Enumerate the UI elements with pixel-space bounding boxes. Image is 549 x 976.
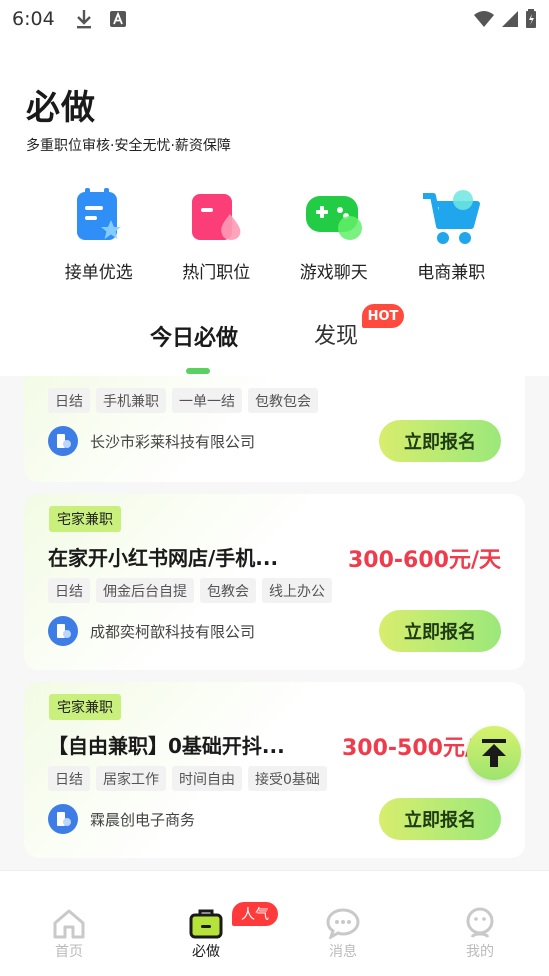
download-icon [76, 10, 91, 29]
company-info: 长沙市彩莱科技有限公司 [48, 426, 255, 456]
job-category-tag: 宅家兼职 [49, 506, 121, 532]
category-ecommerce[interactable]: 电商兼职 [393, 186, 511, 283]
signal-icon [502, 11, 518, 27]
status-icons-left [75, 8, 127, 30]
status-icons-right [473, 9, 537, 29]
job-tags: 日结 佣金后台自提 包教会 线上办公 [48, 578, 332, 603]
home-icon [53, 909, 85, 939]
job-tag-pill: 日结 [48, 766, 90, 791]
tab-today-must-do[interactable]: 今日必做 [150, 320, 238, 352]
job-tag-pill: 一单一结 [172, 388, 242, 413]
job-card[interactable]: 宅家兼职 在家开小红书网店/手机... 300-600元/天 日结 佣金后台自提… [24, 494, 525, 670]
nav-home[interactable]: 首页 [29, 907, 109, 961]
tab-bar: 今日必做 发现 [0, 304, 549, 376]
job-tag-pill: 接受0基础 [248, 766, 327, 791]
company-name: 长沙市彩莱科技有限公司 [90, 432, 256, 451]
nav-label: 消息 [329, 944, 357, 960]
category-order-picks[interactable]: 接单优选 [40, 186, 158, 283]
job-tags: 日结 手机兼职 一单一结 包教包会 [48, 388, 318, 413]
company-logo-icon [48, 426, 78, 456]
gamepad-icon [305, 196, 362, 240]
job-tag-pill: 居家工作 [96, 766, 166, 791]
job-title: 在家开小红书网店/手机... [48, 546, 279, 570]
job-salary: 300-500元/ [341, 736, 473, 761]
company-info: 成都奕柯歆科技有限公司 [48, 616, 255, 646]
company-logo-icon [48, 616, 78, 646]
job-tag-pill: 手机兼职 [96, 388, 166, 413]
tab-discover[interactable]: 发现 [314, 318, 358, 350]
job-salary: 300-600元/天 [347, 548, 501, 573]
company-name: 成都奕柯歆科技有限公司 [90, 622, 256, 641]
text-a-icon [109, 11, 126, 27]
apply-button[interactable]: 立即报名 [379, 420, 501, 462]
wifi-icon [474, 11, 494, 27]
nav-profile[interactable]: 我的 [440, 907, 520, 961]
company-logo-icon [48, 804, 78, 834]
nav-messages[interactable]: 消息 [303, 907, 383, 961]
battery-icon [526, 9, 536, 28]
category-hot-jobs[interactable]: 热门职位 [158, 186, 276, 283]
job-tag-pill: 线上办公 [262, 578, 332, 603]
popular-badge: 人气 [232, 902, 278, 926]
job-tag-pill: 日结 [48, 578, 90, 603]
page-header: 必做 多重职位审核·安全无忧·薪资保障 [26, 80, 231, 155]
job-tag-pill: 包教会 [200, 578, 256, 603]
company-name: 霖晨创电子商务 [90, 810, 196, 829]
chat-bubble-icon [326, 908, 360, 939]
job-title: 【自由兼职】0基础开抖... [48, 734, 285, 758]
job-tags: 日结 居家工作 时间自由 接受0基础 [48, 766, 327, 791]
category-grid: 接单优选 热门职位 游戏聊天 电商兼职 [40, 186, 510, 283]
job-card[interactable]: 宅家兼职 【自由兼职】0基础开抖... 300-500元/ 日结 居家工作 时间… [24, 682, 525, 858]
back-to-top-button[interactable] [467, 726, 521, 780]
tab-active-indicator [186, 368, 210, 374]
apply-button[interactable]: 立即报名 [379, 798, 501, 840]
page-subtitle: 多重职位审核·安全无忧·薪资保障 [26, 138, 231, 154]
briefcase-icon [189, 909, 223, 939]
company-info: 霖晨创电子商务 [48, 804, 195, 834]
job-list[interactable]: 日结 手机兼职 一单一结 包教包会 长沙市彩莱科技有限公司 立即报名 宅家兼职 … [0, 376, 549, 870]
category-label: 游戏聊天 [299, 263, 368, 283]
hot-badge: HOT [362, 304, 404, 328]
arrow-up-icon [482, 739, 506, 767]
status-time: 6:04 [12, 8, 55, 30]
nav-label: 首页 [55, 944, 83, 960]
job-category-tag: 宅家兼职 [49, 694, 121, 720]
page-title: 必做 [26, 88, 96, 128]
job-tag-pill: 佣金后台自提 [96, 578, 194, 603]
bottom-navigation: 首页 必做 消息 我的 [0, 870, 549, 976]
job-tag-pill: 包教包会 [248, 388, 318, 413]
status-bar: 6:04 [0, 0, 549, 38]
category-label: 热门职位 [182, 263, 251, 283]
category-label: 接单优选 [64, 263, 133, 283]
job-tag-pill: 时间自由 [172, 766, 242, 791]
nav-label: 我的 [466, 944, 494, 960]
shopping-cart-icon [423, 190, 481, 244]
job-tag-pill: 日结 [48, 388, 90, 413]
hot-folder-icon [192, 194, 241, 240]
category-label: 电商兼职 [417, 263, 486, 283]
profile-icon [466, 907, 494, 938]
job-card[interactable]: 日结 手机兼职 一单一结 包教包会 长沙市彩莱科技有限公司 立即报名 [24, 376, 525, 482]
nav-label: 必做 [192, 944, 220, 960]
clipboard-star-icon [76, 188, 121, 240]
category-game-chat[interactable]: 游戏聊天 [275, 186, 393, 283]
apply-button[interactable]: 立即报名 [379, 610, 501, 652]
